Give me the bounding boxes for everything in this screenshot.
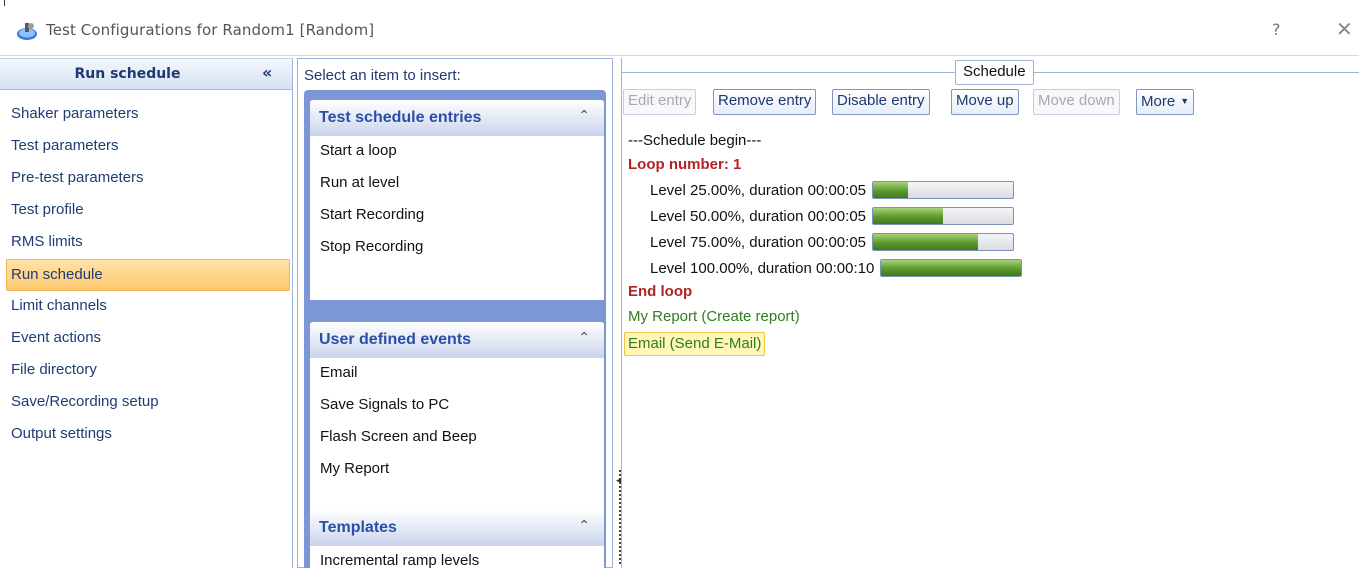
level-progress-fill — [873, 234, 978, 250]
level-progress-bar — [880, 259, 1023, 277]
level-label: Level 50.00%, duration 00:00:05 — [650, 207, 866, 225]
collapse-sidebar-button[interactable]: « — [262, 63, 272, 82]
sidebar-item-event-actions[interactable]: Event actions — [0, 323, 292, 355]
group-title: Test schedule entries — [319, 109, 482, 126]
insert-panel-caption: Select an item to insert: — [304, 67, 461, 84]
group-test-schedule-entries: Test schedule entries ⌃ Start a loop Run… — [310, 100, 604, 300]
sidebar: Run schedule « Shaker parameters Test pa… — [0, 58, 293, 568]
collapse-chevron-icon[interactable]: ⌃ — [578, 330, 590, 346]
sidebar-item-save-recording-setup[interactable]: Save/Recording setup — [0, 387, 292, 419]
sidebar-item-run-schedule[interactable]: Run schedule — [6, 259, 290, 291]
group-title: User defined events — [319, 331, 472, 348]
sidebar-item-output-settings[interactable]: Output settings — [0, 419, 292, 451]
insert-start-recording[interactable]: Start Recording — [310, 200, 604, 232]
disable-entry-button[interactable]: Disable entry — [832, 89, 930, 115]
remove-entry-button[interactable]: Remove entry — [713, 89, 817, 115]
edit-entry-button[interactable]: Edit entry — [623, 89, 697, 115]
more-dropdown-button[interactable]: More ▼ — [1136, 89, 1195, 115]
sidebar-item-pre-test-parameters[interactable]: Pre-test parameters — [0, 163, 292, 195]
level-label: Level 75.00%, duration 00:00:05 — [650, 233, 866, 251]
insert-stop-recording[interactable]: Stop Recording — [310, 232, 604, 264]
level-progress-bar — [872, 181, 1014, 199]
insert-groups-container: Test schedule entries ⌃ Start a loop Run… — [304, 90, 606, 582]
insert-flash-screen-and-beep[interactable]: Flash Screen and Beep — [310, 422, 604, 454]
level-progress-bar — [872, 233, 1014, 251]
schedule-level-row[interactable]: Level 50.00%, duration 00:00:05 — [650, 204, 1014, 228]
sidebar-title: Run schedule — [74, 66, 181, 82]
sidebar-list: Shaker parameters Test parameters Pre-te… — [0, 99, 292, 451]
group-title: Templates — [319, 519, 397, 536]
insert-run-at-level[interactable]: Run at level — [310, 168, 604, 200]
collapse-chevron-icon[interactable]: ⌃ — [578, 518, 590, 534]
move-up-button[interactable]: Move up — [951, 89, 1019, 115]
schedule-report-entry[interactable]: My Report (Create report) — [628, 306, 800, 330]
schedule-loop-start[interactable]: Loop number: 1 — [628, 154, 741, 178]
title-bar: Test Configurations for Random1 [Random]… — [0, 6, 1359, 56]
sidebar-item-limit-channels[interactable]: Limit channels — [0, 291, 292, 323]
app-icon — [17, 23, 37, 40]
schedule-legend: Schedule — [955, 60, 1034, 85]
insert-incremental-ramp-levels[interactable]: Incremental ramp levels — [310, 546, 604, 578]
group-templates: Templates ⌃ Incremental ramp levels — [310, 510, 604, 582]
collapse-chevron-icon[interactable]: ⌃ — [578, 108, 590, 124]
sidebar-item-test-parameters[interactable]: Test parameters — [0, 131, 292, 163]
help-button[interactable]: ? — [1272, 20, 1281, 39]
group-header[interactable]: Templates ⌃ — [310, 510, 604, 546]
schedule-begin[interactable]: ---Schedule begin--- — [628, 130, 761, 154]
level-progress-bar — [872, 207, 1014, 225]
schedule-level-row[interactable]: Level 100.00%, duration 00:00:10 — [650, 256, 1023, 280]
level-progress-fill — [873, 182, 908, 198]
sidebar-item-rms-limits[interactable]: RMS limits — [0, 227, 292, 259]
level-label: Level 100.00%, duration 00:00:10 — [650, 259, 875, 277]
schedule-level-row[interactable]: Level 75.00%, duration 00:00:05 — [650, 230, 1014, 254]
level-label: Level 25.00%, duration 00:00:05 — [650, 181, 866, 199]
close-button[interactable]: ✕ — [1336, 17, 1353, 41]
insert-email[interactable]: Email — [310, 358, 604, 390]
insert-my-report[interactable]: My Report — [310, 454, 604, 486]
more-label: More — [1141, 93, 1176, 110]
sidebar-item-shaker-parameters[interactable]: Shaker parameters — [0, 99, 292, 131]
group-header[interactable]: Test schedule entries ⌃ — [310, 100, 604, 136]
chevron-down-icon: ▼ — [1180, 96, 1190, 106]
window-title: Test Configurations for Random1 [Random] — [46, 21, 375, 39]
move-down-button[interactable]: Move down — [1033, 89, 1120, 115]
sidebar-item-test-profile[interactable]: Test profile — [0, 195, 292, 227]
schedule-toolbar: Edit entry Remove entry Disable entry Mo… — [623, 89, 1353, 119]
level-progress-fill — [873, 208, 943, 224]
schedule-panel: Schedule Edit entry Remove entry Disable… — [621, 58, 1359, 568]
level-progress-fill — [881, 260, 1022, 276]
insert-start-a-loop[interactable]: Start a loop — [310, 136, 604, 168]
group-header[interactable]: User defined events ⌃ — [310, 322, 604, 358]
schedule-email-entry[interactable]: Email (Send E-Mail) — [624, 332, 766, 356]
schedule-level-row[interactable]: Level 25.00%, duration 00:00:05 — [650, 178, 1014, 202]
group-user-defined-events: User defined events ⌃ Email Save Signals… — [310, 322, 604, 522]
sidebar-header: Run schedule « — [0, 58, 292, 90]
schedule-loop-end[interactable]: End loop — [628, 281, 692, 305]
sidebar-item-file-directory[interactable]: File directory — [0, 355, 292, 387]
insert-panel: Select an item to insert: Test schedule … — [297, 58, 613, 582]
insert-save-signals-to-pc[interactable]: Save Signals to PC — [310, 390, 604, 422]
